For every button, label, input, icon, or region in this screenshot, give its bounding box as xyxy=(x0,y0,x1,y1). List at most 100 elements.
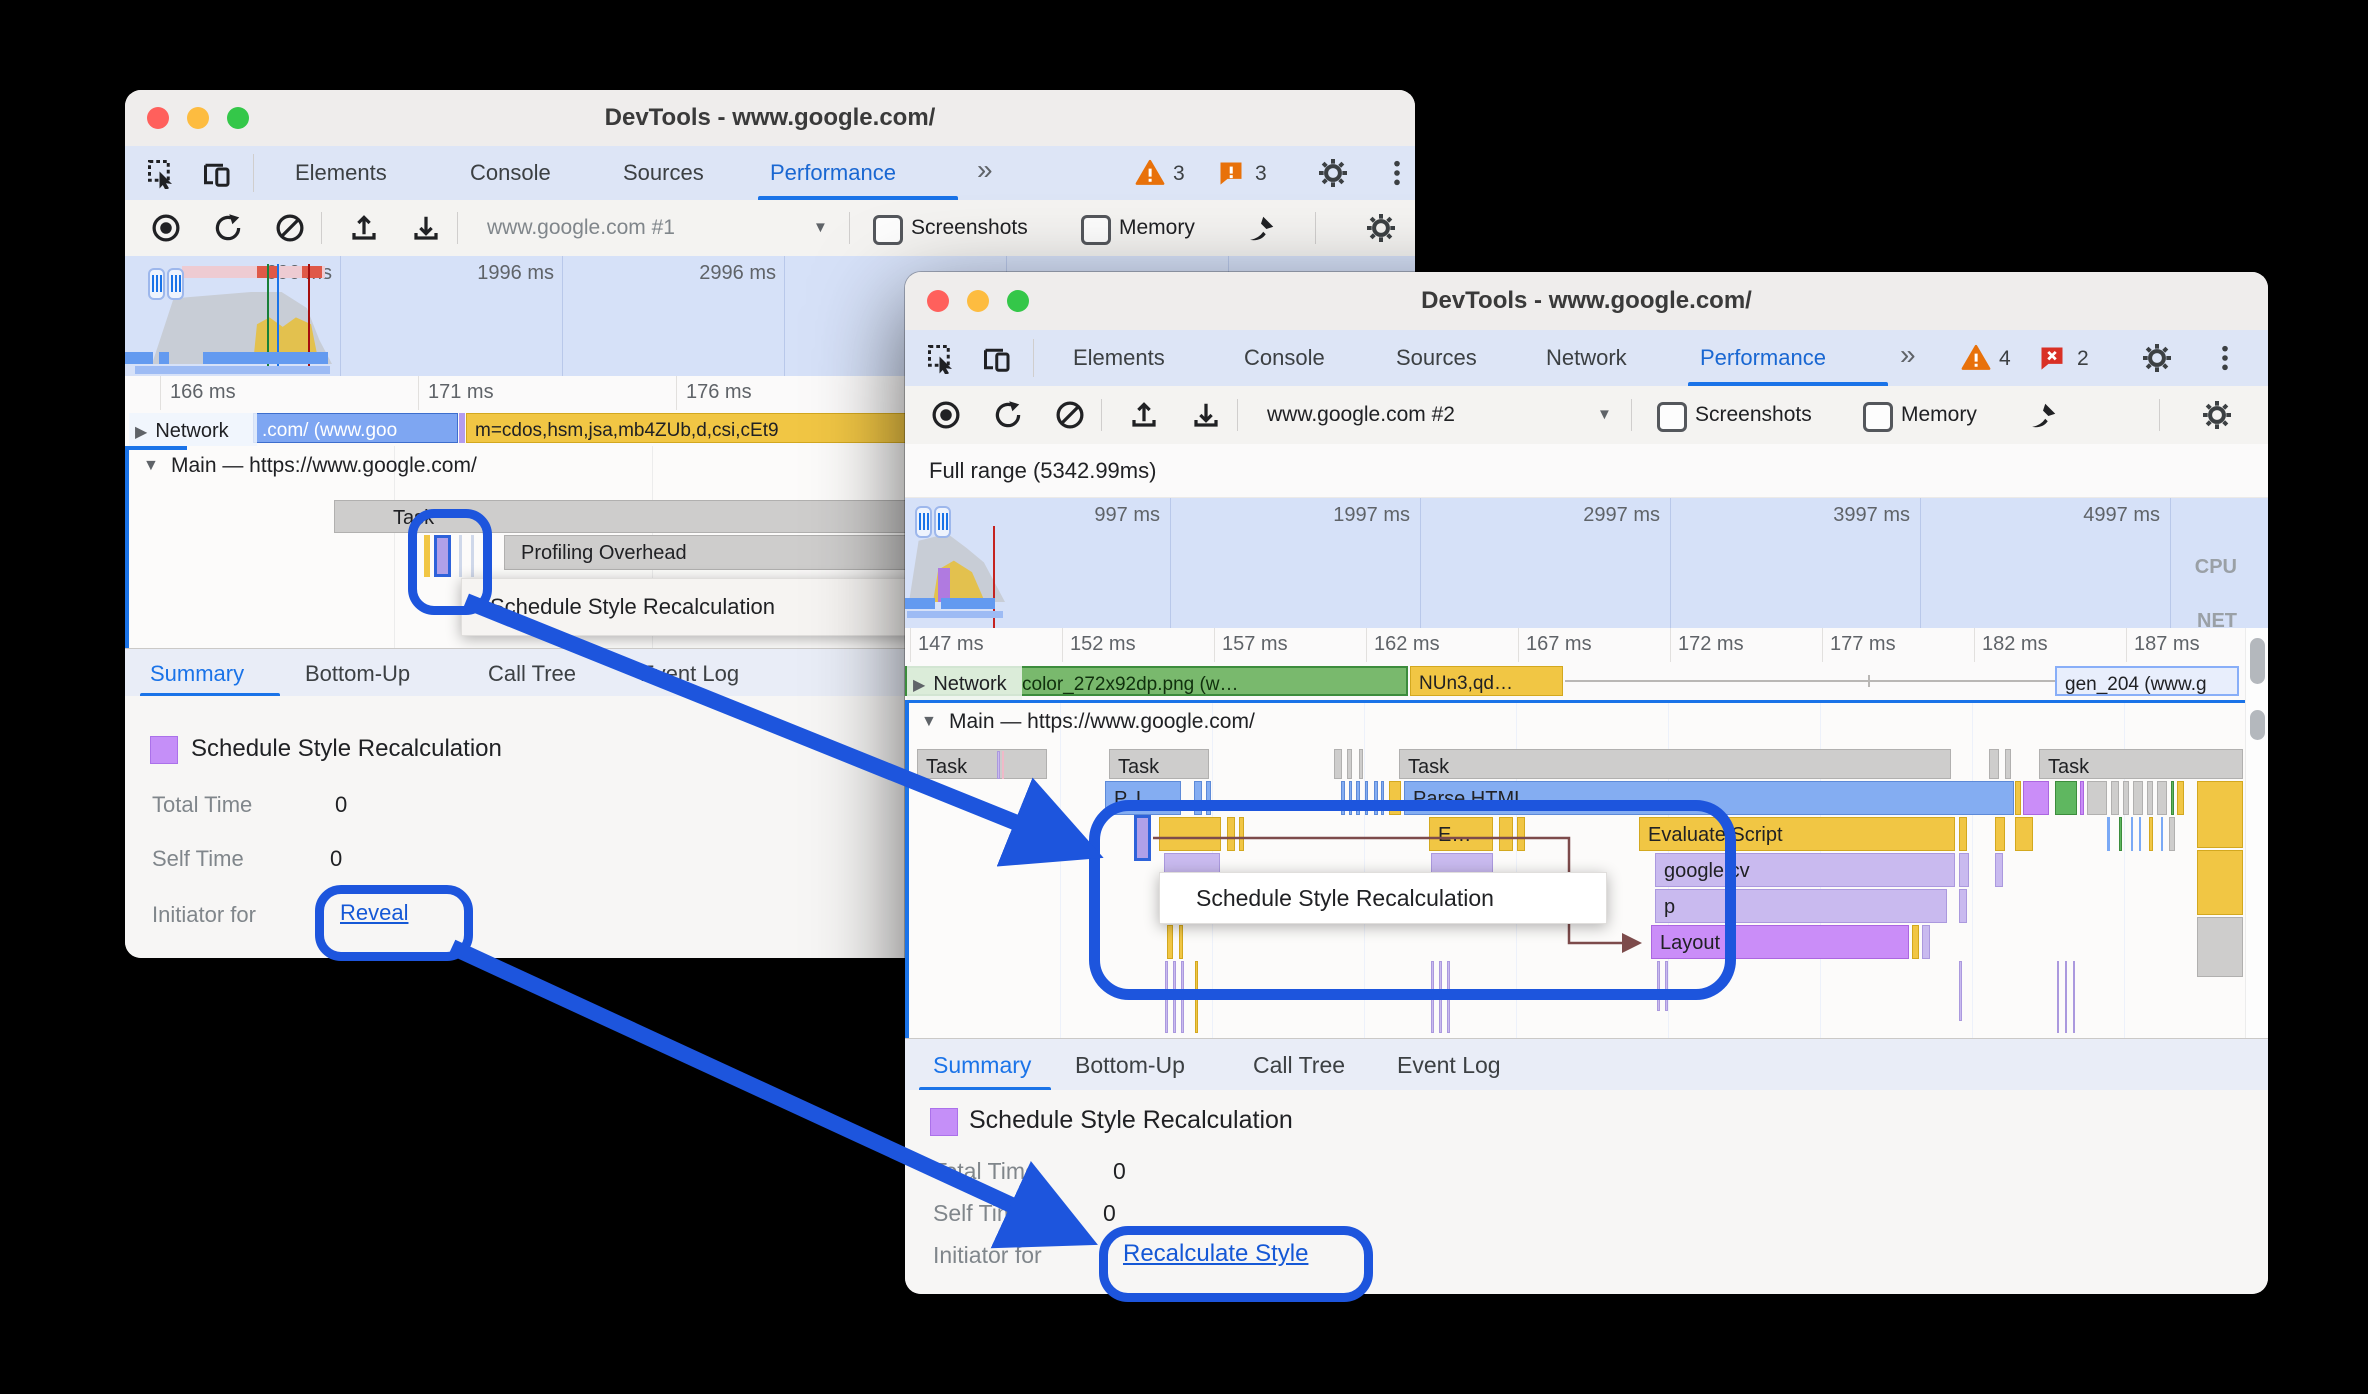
record-icon[interactable] xyxy=(151,213,181,243)
network-request-bar[interactable] xyxy=(459,413,465,443)
tab-sources[interactable]: Sources xyxy=(623,160,704,186)
tab-console[interactable]: Console xyxy=(470,160,551,186)
tab-call-tree[interactable]: Call Tree xyxy=(488,661,576,687)
main-thread-track[interactable]: ▼ Main — https://www.google.com/ Task Tas… xyxy=(905,703,2245,1041)
more-tabs-icon[interactable]: » xyxy=(1900,339,1916,371)
chevron-down-icon[interactable]: ▼ xyxy=(813,219,828,236)
memory-label[interactable]: Memory xyxy=(1119,216,1195,240)
memory-checkbox[interactable] xyxy=(1081,215,1111,245)
clear-icon[interactable] xyxy=(275,213,305,243)
collect-garbage-icon[interactable] xyxy=(1247,213,1277,243)
flame-event-bar[interactable]: Task xyxy=(2039,749,2243,779)
network-track-label[interactable]: ▶ Network xyxy=(129,413,257,450)
tab-console[interactable]: Console xyxy=(1244,345,1325,371)
flame-sliver-bar[interactable] xyxy=(2119,817,2122,851)
tab-call-tree[interactable]: Call Tree xyxy=(1253,1052,1345,1079)
inspect-element-icon[interactable] xyxy=(927,344,957,374)
network-request-bar[interactable]: NUn3,qd… xyxy=(1410,666,1563,696)
capture-settings-gear-icon[interactable] xyxy=(2201,399,2233,431)
flame-sliver-bar[interactable] xyxy=(2080,781,2084,815)
settings-gear-icon[interactable] xyxy=(2141,342,2173,374)
issues-icon[interactable] xyxy=(1217,159,1245,187)
flame-sliver-bar[interactable] xyxy=(2161,817,2163,851)
network-track-label[interactable]: ▶ Network xyxy=(907,666,1022,703)
collect-garbage-icon[interactable] xyxy=(2029,400,2059,430)
network-track[interactable]: color_272x92dp.png (w… NUn3,qd… gen_204 … xyxy=(905,662,2268,703)
flame-sliver-bar[interactable] xyxy=(1912,925,1919,959)
flame-sliver-bar[interactable] xyxy=(2107,817,2110,851)
screenshots-checkbox[interactable] xyxy=(1657,402,1687,432)
flame-sliver-bar[interactable] xyxy=(2147,781,2153,815)
flame-sliver-bar[interactable] xyxy=(2133,781,2143,815)
flame-sliver-bar[interactable] xyxy=(2197,850,2243,915)
tab-event-log[interactable]: Event Log xyxy=(1397,1052,1501,1079)
flame-sliver-bar[interactable] xyxy=(1959,853,1969,887)
record-icon[interactable] xyxy=(931,400,961,430)
tab-bottom-up[interactable]: Bottom-Up xyxy=(1075,1052,1185,1079)
more-options-icon[interactable] xyxy=(1383,159,1411,187)
screenshots-label[interactable]: Screenshots xyxy=(911,216,1028,240)
flame-sliver-bar[interactable] xyxy=(2005,749,2011,779)
tab-performance[interactable]: Performance xyxy=(1700,345,1826,371)
flame-sliver-bar[interactable] xyxy=(1334,749,1342,779)
flame-event-bar[interactable]: Task xyxy=(917,749,1047,779)
issues-icon[interactable] xyxy=(2038,344,2066,372)
network-request-bar[interactable]: m=cdos,hsm,jsa,mb4ZUb,d,csi,cEt9 xyxy=(466,413,966,443)
flame-sliver-bar[interactable] xyxy=(2171,781,2174,815)
flame-sliver-bar[interactable] xyxy=(2065,961,2067,1033)
tab-elements[interactable]: Elements xyxy=(1073,345,1165,371)
flame-sliver-bar[interactable] xyxy=(2123,781,2129,815)
flame-sliver-bar[interactable] xyxy=(2111,781,2119,815)
memory-checkbox[interactable] xyxy=(1863,402,1893,432)
load-profile-icon[interactable] xyxy=(1129,400,1159,430)
more-options-icon[interactable] xyxy=(2211,344,2239,372)
flame-sliver-bar[interactable] xyxy=(1959,817,1967,851)
flame-sliver-bar[interactable] xyxy=(2023,781,2049,815)
flame-sliver-bar[interactable] xyxy=(2015,817,2033,851)
network-request-bar[interactable]: gen_204 (www.g xyxy=(2055,666,2239,696)
collapse-track-icon[interactable]: ▼ xyxy=(143,457,159,475)
tab-performance[interactable]: Performance xyxy=(770,160,896,186)
save-profile-icon[interactable] xyxy=(411,213,441,243)
flame-sliver-bar[interactable] xyxy=(2139,817,2141,851)
flame-sliver-bar[interactable] xyxy=(2073,961,2075,1033)
profiling-overhead-bar[interactable]: Profiling Overhead xyxy=(504,535,959,570)
collapse-track-icon[interactable]: ▼ xyxy=(921,713,937,731)
flame-sliver-bar[interactable] xyxy=(2197,917,2243,977)
flame-sliver-bar[interactable] xyxy=(2157,781,2167,815)
tab-sources[interactable]: Sources xyxy=(1396,345,1477,371)
screenshots-label[interactable]: Screenshots xyxy=(1695,403,1812,427)
flame-sliver-bar[interactable] xyxy=(2197,781,2243,848)
flame-sliver-bar[interactable] xyxy=(1989,749,1999,779)
flame-sliver-bar[interactable] xyxy=(2149,817,2153,851)
device-toolbar-icon[interactable] xyxy=(983,344,1013,374)
device-toolbar-icon[interactable] xyxy=(203,159,233,189)
flame-sliver-bar[interactable] xyxy=(1359,749,1363,779)
flame-sliver-bar[interactable] xyxy=(2131,817,2133,851)
flame-sliver-bar[interactable] xyxy=(2169,817,2175,851)
flame-sliver-bar[interactable] xyxy=(2055,781,2077,815)
tab-event-log[interactable]: Event Log xyxy=(640,661,739,687)
flame-sliver-bar[interactable] xyxy=(1002,751,1004,779)
flame-sliver-bar[interactable] xyxy=(1922,925,1930,959)
flame-sliver-bar[interactable] xyxy=(2087,781,2107,815)
chevron-down-icon[interactable]: ▼ xyxy=(1597,406,1612,423)
save-profile-icon[interactable] xyxy=(1191,400,1221,430)
load-profile-icon[interactable] xyxy=(349,213,379,243)
vertical-scrollbar[interactable] xyxy=(2250,638,2265,684)
flame-sliver-bar[interactable] xyxy=(997,751,1000,779)
vertical-scrollbar[interactable] xyxy=(2250,710,2265,740)
reload-record-icon[interactable] xyxy=(993,400,1023,430)
network-request-bar[interactable]: .com/ (www.goo xyxy=(253,413,458,443)
flame-sliver-bar[interactable] xyxy=(1995,853,2003,887)
inspect-element-icon[interactable] xyxy=(147,159,177,189)
titlebar[interactable]: DevTools - www.google.com/ xyxy=(905,272,2268,331)
expand-track-icon[interactable]: ▶ xyxy=(913,677,925,694)
memory-label[interactable]: Memory xyxy=(1901,403,1977,427)
capture-settings-gear-icon[interactable] xyxy=(1365,212,1397,244)
flame-event-bar[interactable]: Task xyxy=(1399,749,1951,779)
clear-icon[interactable] xyxy=(1055,400,1085,430)
tab-bottom-up[interactable]: Bottom-Up xyxy=(305,661,410,687)
flame-sliver-bar[interactable] xyxy=(1959,961,1962,1021)
flame-sliver-bar[interactable] xyxy=(2015,781,2021,815)
